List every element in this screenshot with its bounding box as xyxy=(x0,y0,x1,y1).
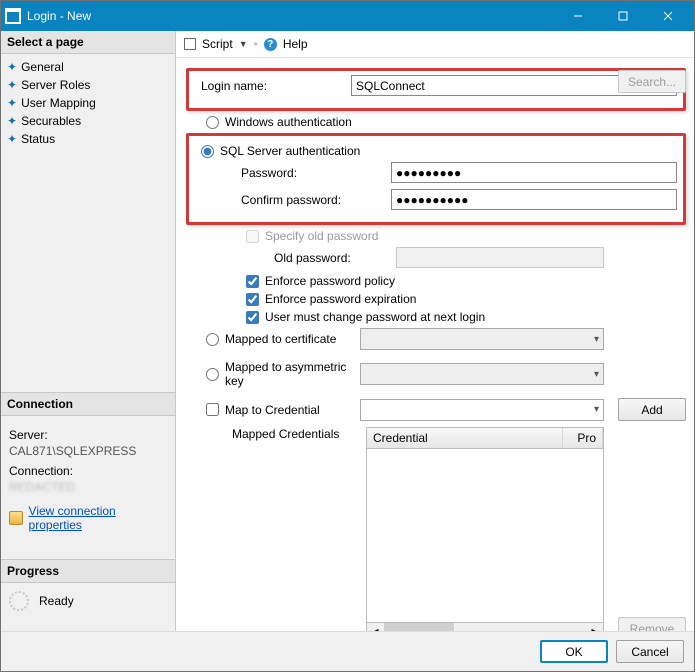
col-provider: Pro xyxy=(563,428,603,448)
password-input[interactable] xyxy=(391,162,677,183)
server-value: CAL871\SQLEXPRESS xyxy=(9,444,167,458)
page-icon: ✦ xyxy=(7,78,17,92)
credentials-list[interactable] xyxy=(366,448,604,623)
sql-auth-label: SQL Server authentication xyxy=(220,144,360,158)
scroll-right-icon[interactable]: ▸ xyxy=(586,623,603,631)
specify-old-password-input xyxy=(246,230,259,243)
sidebar-item-server-roles[interactable]: ✦ Server Roles xyxy=(1,76,175,94)
mapped-credentials-label: Mapped Credentials xyxy=(186,427,360,441)
enforce-policy-input[interactable] xyxy=(246,275,259,288)
add-button[interactable]: Add xyxy=(618,398,686,421)
minimize-button[interactable] xyxy=(555,1,600,31)
sidebar-header: Select a page xyxy=(1,31,175,54)
chevron-down-icon: ▾ xyxy=(594,369,599,380)
col-credential: Credential xyxy=(367,428,563,448)
help-icon: ? xyxy=(264,38,277,51)
map-to-credential-input[interactable] xyxy=(206,403,219,416)
windows-auth-radio-input[interactable] xyxy=(206,116,219,129)
chevron-down-icon: ▾ xyxy=(594,334,599,345)
chevron-down-icon: ▾ xyxy=(594,404,599,415)
mapped-to-asym-key-label: Mapped to asymmetric key xyxy=(225,360,354,388)
must-change-password-label: User must change password at next login xyxy=(265,310,485,324)
page-icon: ✦ xyxy=(7,114,17,128)
titlebar[interactable]: Login - New xyxy=(1,1,694,31)
old-password-label: Old password: xyxy=(186,251,390,265)
search-button[interactable]: Search... xyxy=(618,70,686,93)
specify-old-password-checkbox: Specify old password xyxy=(186,229,686,243)
scroll-thumb[interactable] xyxy=(384,623,454,631)
connection-value: REDACTED xyxy=(9,480,167,494)
ok-button[interactable]: OK xyxy=(540,640,608,663)
dialog-footer: OK Cancel xyxy=(1,631,694,671)
page-icon: ✦ xyxy=(7,132,17,146)
progress-spinner-icon xyxy=(9,591,29,611)
sql-auth-radio-input[interactable] xyxy=(201,145,214,158)
script-dropdown-icon[interactable]: ▼ xyxy=(239,39,248,49)
mapped-to-asym-key-input[interactable] xyxy=(206,368,219,381)
enforce-expiration-checkbox[interactable]: Enforce password expiration xyxy=(186,292,686,306)
specify-old-password-label: Specify old password xyxy=(265,229,378,243)
help-button[interactable]: Help xyxy=(283,37,308,51)
highlight-sql-auth: SQL Server authentication Password: Conf… xyxy=(186,133,686,225)
toolbar: Script ▼ • ? Help xyxy=(176,31,694,58)
windows-auth-radio[interactable]: Windows authentication xyxy=(186,115,686,129)
mapped-to-certificate-input[interactable] xyxy=(206,333,219,346)
sidebar-item-status[interactable]: ✦ Status xyxy=(1,130,175,148)
windows-auth-label: Windows authentication xyxy=(225,115,352,129)
maximize-button[interactable] xyxy=(600,1,645,31)
login-new-dialog: Login - New Select a page ✦ General ✦ Serv… xyxy=(0,0,695,672)
sidebar-item-label: Server Roles xyxy=(21,78,90,92)
map-to-credential-checkbox[interactable]: Map to Credential xyxy=(186,403,354,417)
progress-header: Progress xyxy=(1,560,175,583)
must-change-password-checkbox[interactable]: User must change password at next login xyxy=(186,310,686,324)
certificate-combo: ▾ xyxy=(360,328,604,350)
connection-label: Connection: xyxy=(9,464,167,478)
enforce-expiration-input[interactable] xyxy=(246,293,259,306)
mapped-to-certificate-radio[interactable]: Mapped to certificate xyxy=(186,332,354,346)
credential-combo[interactable]: ▾ xyxy=(360,399,604,421)
sidebar-item-label: User Mapping xyxy=(21,96,96,110)
enforce-expiration-label: Enforce password expiration xyxy=(265,292,416,306)
connection-properties-icon xyxy=(9,511,23,525)
window-title: Login - New xyxy=(27,9,555,23)
close-button[interactable] xyxy=(645,1,690,31)
mapped-to-certificate-label: Mapped to certificate xyxy=(225,332,336,346)
asym-key-combo: ▾ xyxy=(360,363,604,385)
sidebar: Select a page ✦ General ✦ Server Roles ✦ Us… xyxy=(1,31,176,631)
sidebar-item-general[interactable]: ✦ General xyxy=(1,58,175,76)
confirm-password-input[interactable] xyxy=(391,189,677,210)
server-label: Server: xyxy=(9,428,167,442)
scroll-left-icon[interactable]: ◂ xyxy=(367,623,384,631)
mapped-to-asym-key-radio[interactable]: Mapped to asymmetric key xyxy=(186,360,354,388)
sidebar-item-securables[interactable]: ✦ Securables xyxy=(1,112,175,130)
page-icon: ✦ xyxy=(7,60,17,74)
remove-button[interactable]: Remove xyxy=(618,617,686,631)
password-label: Password: xyxy=(195,166,385,180)
cancel-button[interactable]: Cancel xyxy=(616,640,684,663)
login-name-label: Login name: xyxy=(195,79,345,93)
enforce-policy-label: Enforce password policy xyxy=(265,274,395,288)
highlight-login-name: Login name: xyxy=(186,68,686,111)
enforce-policy-checkbox[interactable]: Enforce password policy xyxy=(186,274,686,288)
script-button[interactable]: Script xyxy=(202,37,233,51)
connection-header: Connection xyxy=(1,393,175,416)
sidebar-item-label: Securables xyxy=(21,114,81,128)
sidebar-item-label: General xyxy=(21,60,64,74)
progress-status: Ready xyxy=(39,594,74,608)
view-connection-properties-link[interactable]: View connection properties xyxy=(29,504,167,532)
credentials-hscroll[interactable]: ◂ ▸ xyxy=(366,623,604,631)
script-icon xyxy=(184,38,196,50)
sidebar-item-label: Status xyxy=(21,132,55,146)
sidebar-item-user-mapping[interactable]: ✦ User Mapping xyxy=(1,94,175,112)
must-change-password-input[interactable] xyxy=(246,311,259,324)
map-to-credential-label: Map to Credential xyxy=(225,403,320,417)
app-icon xyxy=(5,8,21,24)
credentials-list-header: Credential Pro xyxy=(366,427,604,448)
old-password-input xyxy=(396,247,604,268)
sql-auth-radio[interactable]: SQL Server authentication xyxy=(195,144,677,158)
page-icon: ✦ xyxy=(7,96,17,110)
confirm-password-label: Confirm password: xyxy=(195,193,385,207)
